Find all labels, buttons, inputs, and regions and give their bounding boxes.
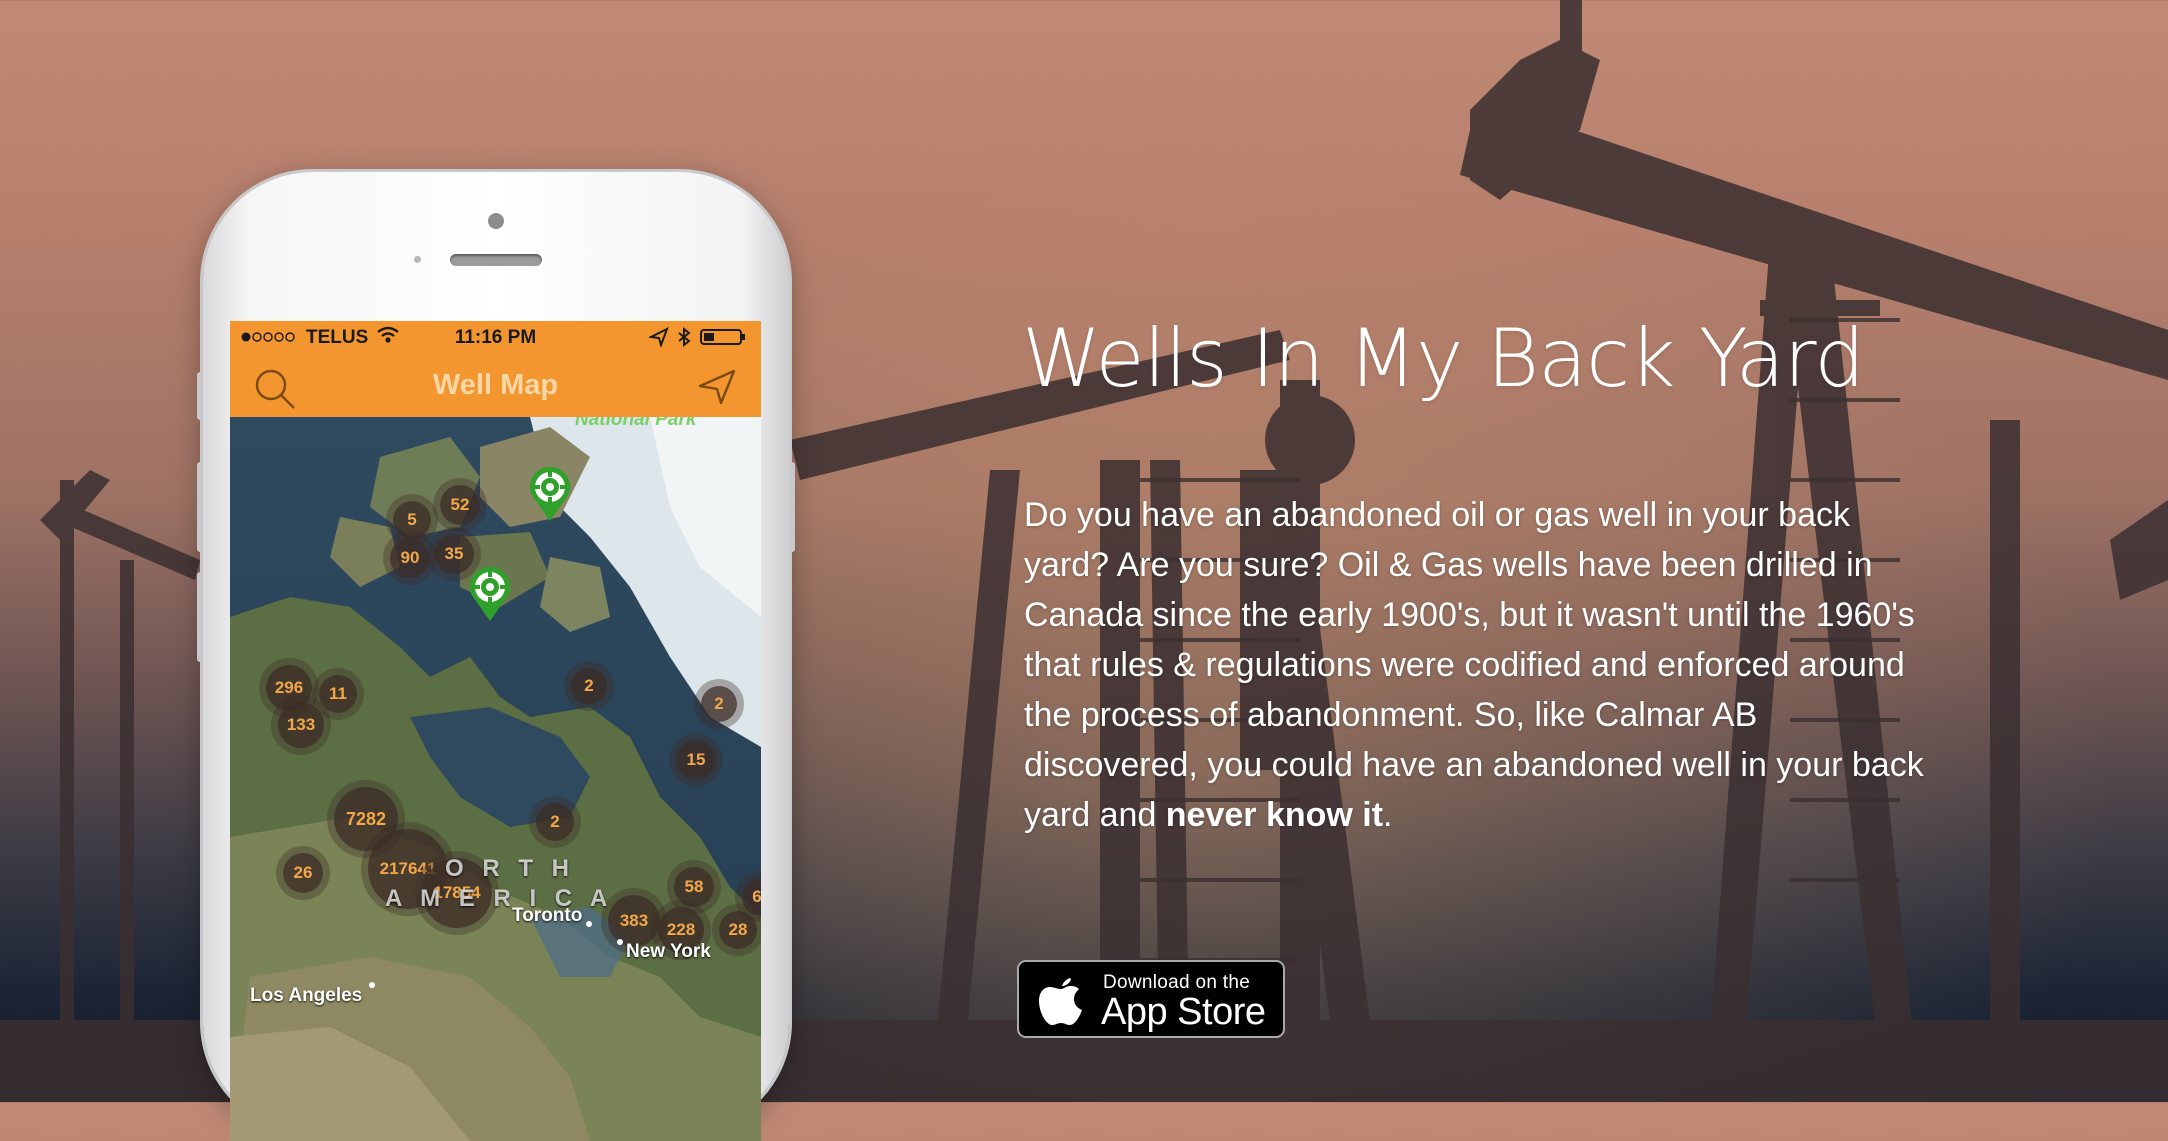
well-cluster[interactable]: 133 [278, 702, 324, 748]
city-label-toronto: Toronto [512, 905, 583, 926]
well-cluster[interactable]: 11 [319, 675, 357, 713]
intro-end: . [1383, 796, 1393, 834]
nav-bar: Well Map [230, 353, 761, 417]
well-cluster[interactable]: 35 [434, 534, 474, 574]
satellite-map [230, 417, 761, 1141]
app-store-button[interactable]: Download on the App Store [1017, 960, 1285, 1038]
well-pin-1[interactable] [526, 463, 574, 523]
status-bar: TELUS 11:16 PM [230, 321, 761, 353]
city-label-new-york: New York [626, 941, 711, 962]
well-cluster[interactable]: 28 [719, 911, 757, 949]
well-cluster[interactable]: 26 [283, 853, 323, 893]
region-label: O R T H [445, 855, 575, 882]
well-cluster[interactable]: 2 [701, 686, 737, 722]
intro-text: Do you have an abandoned oil or gas well… [1024, 496, 1924, 834]
park-label: National Park [575, 417, 697, 430]
phone-screen: TELUS 11:16 PM Well Map National Park 5 … [230, 321, 761, 1141]
bluetooth-icon [678, 326, 691, 348]
proximity-sensor [414, 256, 421, 263]
well-cluster[interactable]: 52 [440, 485, 480, 525]
well-cluster[interactable]: 383 [608, 895, 660, 947]
phone-mockup: TELUS 11:16 PM Well Map National Park 5 … [197, 172, 795, 1141]
app-store-big-label: App Store [1101, 991, 1266, 1033]
apple-icon [1039, 978, 1082, 1025]
volume-down-button [197, 572, 203, 662]
well-cluster[interactable]: 90 [390, 538, 430, 578]
mute-switch [197, 372, 203, 420]
front-camera [488, 213, 504, 229]
intro-emphasis: never know it [1165, 796, 1384, 834]
city-dot [617, 939, 623, 945]
volume-up-button [197, 462, 203, 552]
navigation-arrow-icon[interactable] [697, 368, 737, 406]
city-dot [586, 921, 592, 927]
city-dot [369, 982, 375, 988]
well-cluster[interactable]: 15 [676, 740, 716, 780]
page-title: Wells In My Back Yard [1022, 312, 1865, 405]
well-cluster[interactable]: 2 [536, 803, 574, 841]
earpiece-speaker [450, 254, 542, 266]
battery-icon [700, 329, 745, 345]
city-label-los-angeles: Los Angeles [250, 985, 363, 1006]
well-cluster[interactable]: 2 [571, 668, 607, 704]
nav-title: Well Map [432, 369, 559, 401]
well-cluster[interactable]: 58 [674, 867, 714, 907]
power-button [789, 462, 795, 552]
well-pin-2[interactable] [466, 563, 514, 623]
location-arrow-icon [647, 326, 669, 349]
well-cluster[interactable]: 5 [393, 501, 431, 539]
intro-paragraph: Do you have an abandoned oil or gas well… [1024, 490, 1924, 840]
well-map[interactable]: National Park 5 52 90 35 296 11 133 2 2 … [230, 417, 761, 1141]
status-right-icons [647, 326, 753, 353]
